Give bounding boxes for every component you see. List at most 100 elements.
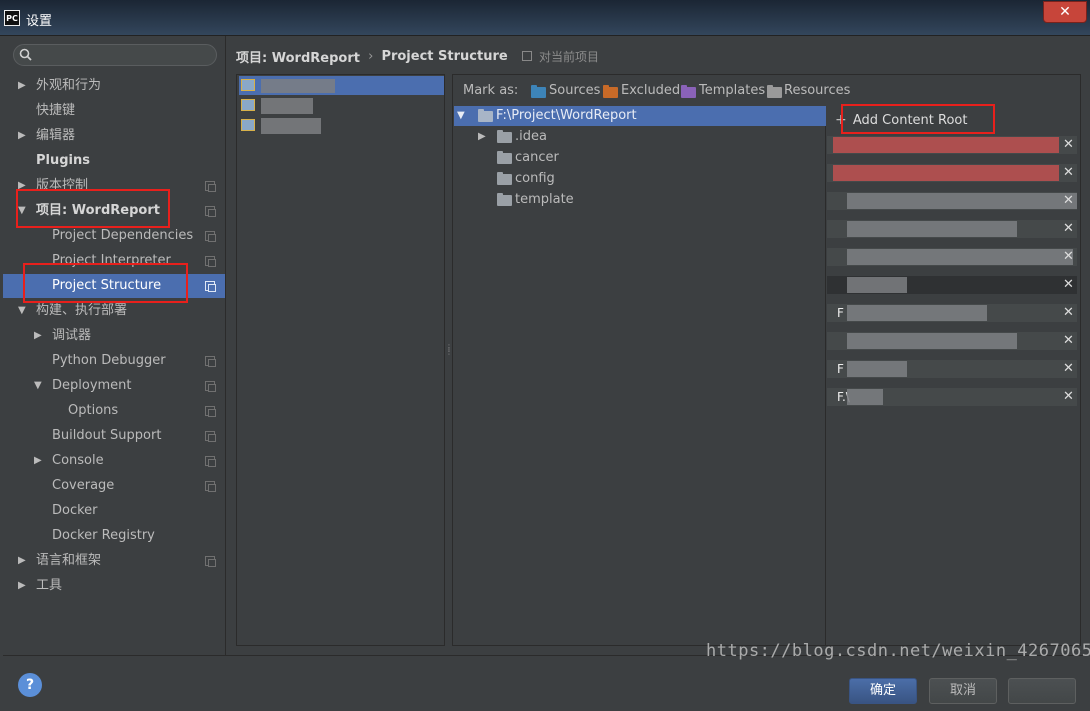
mark-excluded-button[interactable]: Excluded xyxy=(621,83,680,98)
tree-root-label: F:\Project\WordReport xyxy=(496,108,637,123)
tree-folder-row[interactable]: template xyxy=(454,190,826,210)
redacted-path xyxy=(833,165,1059,181)
content-root-row[interactable]: ✕ xyxy=(827,276,1077,294)
remove-root-icon[interactable]: ✕ xyxy=(1063,304,1074,322)
sidebar-item[interactable]: ▶ Console xyxy=(3,449,225,473)
expand-arrow-icon[interactable]: ▶ xyxy=(18,174,26,198)
remove-root-icon[interactable]: ✕ xyxy=(1063,220,1074,238)
tree-folder-row[interactable]: cancer xyxy=(454,148,826,168)
content-root-row[interactable]: ✕ xyxy=(827,248,1077,266)
folder-icon xyxy=(497,193,512,206)
mark-sources-button[interactable]: Sources xyxy=(549,83,600,98)
excluded-folder-icon xyxy=(603,85,618,98)
content-root-row[interactable]: ✕ xyxy=(827,136,1077,154)
content-root-row[interactable]: ✕ xyxy=(827,332,1077,350)
content-root-row[interactable]: ✕ xyxy=(827,220,1077,238)
collapse-arrow-icon[interactable]: ▼ xyxy=(457,106,465,126)
remove-root-icon[interactable]: ✕ xyxy=(1063,332,1074,350)
remove-root-icon[interactable]: ✕ xyxy=(1063,248,1074,266)
tree-root-row[interactable]: ▼ F:\Project\WordReport xyxy=(454,106,826,126)
sidebar-item[interactable]: Plugins xyxy=(3,149,225,173)
module-row[interactable] xyxy=(239,96,444,115)
splitter-handle[interactable]: ⋮ ⋮ xyxy=(445,344,453,362)
expand-arrow-icon[interactable]: ▶ xyxy=(18,574,26,598)
content-root-row[interactable]: F ✕ xyxy=(827,304,1077,322)
sidebar-item[interactable]: Project Structure xyxy=(3,274,225,298)
close-button[interactable]: ✕ xyxy=(1043,1,1087,23)
sidebar-item[interactable]: ▶ 工具 xyxy=(3,574,225,598)
sidebar-item-label: 项目: WordReport xyxy=(36,203,160,218)
sidebar-item[interactable]: Docker Registry xyxy=(3,524,225,548)
search-input[interactable] xyxy=(36,46,212,64)
sidebar-item[interactable]: ▶ 版本控制 xyxy=(3,174,225,198)
project-scope-icon xyxy=(205,281,216,292)
sidebar-item[interactable]: ▶ 调试器 xyxy=(3,324,225,348)
sidebar-item[interactable]: ▼ 构建、执行部署 xyxy=(3,299,225,323)
module-row[interactable] xyxy=(239,76,444,95)
expand-arrow-icon[interactable]: ▶ xyxy=(18,74,26,98)
redacted-path xyxy=(847,249,1073,265)
remove-root-icon[interactable]: ✕ xyxy=(1063,388,1074,406)
sidebar-item[interactable]: ▶ 外观和行为 xyxy=(3,74,225,98)
tree-folder-row[interactable]: ▶ .idea xyxy=(454,127,826,147)
tree-folder-row[interactable]: config xyxy=(454,169,826,189)
expand-arrow-icon[interactable]: ▶ xyxy=(478,127,486,147)
redacted-path xyxy=(847,389,883,405)
help-icon: ? xyxy=(25,677,35,693)
remove-root-icon[interactable]: ✕ xyxy=(1063,192,1074,210)
scope-label: 对当前项目 xyxy=(538,50,599,64)
sidebar-item[interactable]: ▶ 编辑器 xyxy=(3,124,225,148)
collapse-arrow-icon[interactable]: ▼ xyxy=(18,199,26,223)
mark-templates-button[interactable]: Templates xyxy=(699,83,765,98)
tree-folder-label: template xyxy=(515,192,574,207)
sidebar-item[interactable]: Options xyxy=(3,399,225,423)
redacted-path xyxy=(833,137,1059,153)
remove-root-icon[interactable]: ✕ xyxy=(1063,360,1074,378)
sidebar-item[interactable]: Project Dependencies xyxy=(3,224,225,248)
redacted-path xyxy=(847,305,987,321)
expand-arrow-icon[interactable]: ▶ xyxy=(18,549,26,573)
remove-root-icon[interactable]: ✕ xyxy=(1063,136,1074,154)
expand-arrow-icon[interactable]: ▶ xyxy=(34,449,42,473)
apply-button[interactable] xyxy=(1008,678,1076,704)
mark-resources-button[interactable]: Resources xyxy=(784,83,850,98)
content-root-row[interactable]: F ✕ xyxy=(827,360,1077,378)
module-row[interactable] xyxy=(239,116,444,135)
redacted-path xyxy=(847,333,1017,349)
content-root-row[interactable]: F.\ ✕ xyxy=(827,388,1077,406)
remove-root-icon[interactable]: ✕ xyxy=(1063,276,1074,294)
sidebar-item[interactable]: Docker xyxy=(3,499,225,523)
sidebar-item[interactable]: Coverage xyxy=(3,474,225,498)
sidebar-item[interactable]: Buildout Support xyxy=(3,424,225,448)
python-module-icon xyxy=(241,119,255,131)
sidebar-item[interactable]: ▶ 语言和框架 xyxy=(3,549,225,573)
collapse-arrow-icon[interactable]: ▼ xyxy=(34,374,42,398)
templates-folder-icon xyxy=(681,85,696,98)
sidebar-item[interactable]: ▼ 项目: WordReport xyxy=(3,199,225,223)
sidebar-item-label: Options xyxy=(68,403,119,418)
sidebar-item-label: 外观和行为 xyxy=(36,78,102,93)
sidebar-item[interactable]: 快捷键 xyxy=(3,99,225,123)
add-content-root-button[interactable]: + Add Content Root xyxy=(835,110,967,130)
remove-root-icon[interactable]: ✕ xyxy=(1063,164,1074,182)
content-root-row[interactable]: ✕ xyxy=(827,192,1077,210)
search-field[interactable] xyxy=(13,44,217,66)
content-root-row[interactable]: ✕ xyxy=(827,164,1077,182)
folder-icon xyxy=(497,172,512,185)
sidebar-item[interactable]: Python Debugger xyxy=(3,349,225,373)
ok-button[interactable]: 确定 xyxy=(849,678,917,704)
sidebar-item-label: 编辑器 xyxy=(36,128,76,143)
expand-arrow-icon[interactable]: ▶ xyxy=(34,324,42,348)
cancel-button[interactable]: 取消 xyxy=(929,678,997,704)
sources-folder-icon xyxy=(531,85,546,98)
project-scope-icon xyxy=(205,231,216,242)
sidebar-item[interactable]: Project Interpreter xyxy=(3,249,225,273)
add-content-root-label: Add Content Root xyxy=(852,113,968,128)
project-scope-icon xyxy=(205,431,216,442)
sidebar-item-label: Buildout Support xyxy=(52,428,162,443)
help-button[interactable]: ? xyxy=(18,673,42,697)
sidebar-item[interactable]: ▼ Deployment xyxy=(3,374,225,398)
breadcrumb-separator: › xyxy=(368,49,374,64)
expand-arrow-icon[interactable]: ▶ xyxy=(18,124,26,148)
collapse-arrow-icon[interactable]: ▼ xyxy=(18,299,26,323)
